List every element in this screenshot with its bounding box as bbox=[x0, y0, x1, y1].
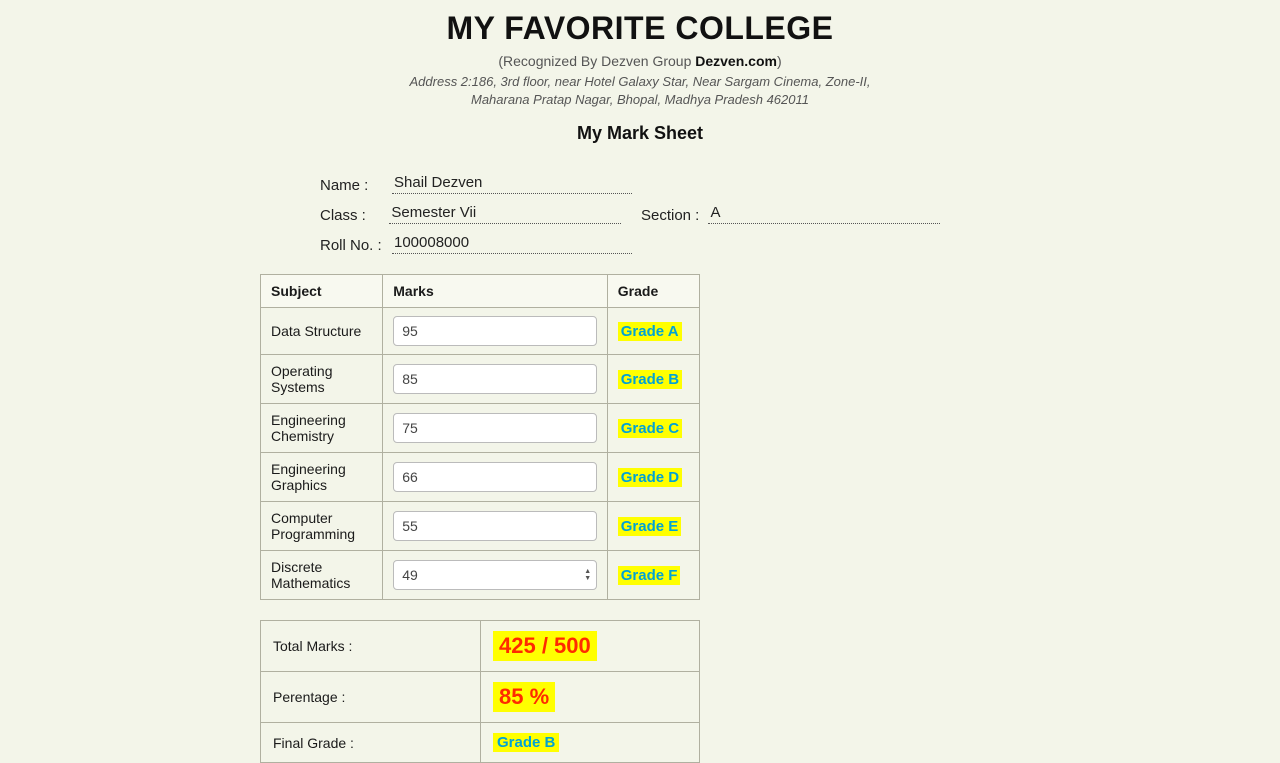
marks-input[interactable] bbox=[393, 364, 597, 394]
grade-cell: Grade A bbox=[607, 308, 699, 355]
subject-cell: Engineering Chemistry bbox=[261, 404, 383, 453]
marks-input[interactable] bbox=[393, 462, 597, 492]
recognized-pre: (Recognized By Dezven Group bbox=[498, 53, 695, 69]
address-line-2: Maharana Pratap Nagar, Bhopal, Madhya Pr… bbox=[190, 91, 1090, 109]
grade-cell: Grade D bbox=[607, 453, 699, 502]
number-stepper[interactable]: ▲▼ bbox=[580, 561, 596, 589]
marks-cell: ▲▼ bbox=[383, 551, 608, 600]
grade-cell: Grade B bbox=[607, 355, 699, 404]
subtitle: My Mark Sheet bbox=[190, 123, 1090, 144]
table-row: Operating Systems Grade B bbox=[261, 355, 700, 404]
total-marks-label: Total Marks : bbox=[261, 621, 481, 672]
page-title: MY FAVORITE COLLEGE bbox=[190, 10, 1090, 47]
table-row: Engineering Chemistry Grade C bbox=[261, 404, 700, 453]
grade-cell: Grade F bbox=[607, 551, 699, 600]
table-row: Data Structure Grade A bbox=[261, 308, 700, 355]
grade-badge: Grade B bbox=[618, 370, 682, 389]
subject-cell: Discrete Mathematics bbox=[261, 551, 383, 600]
name-value: Shail Dezven bbox=[392, 174, 632, 194]
total-marks-value: 425 / 500 bbox=[493, 631, 597, 661]
marks-input[interactable] bbox=[393, 511, 597, 541]
section-label: Section : bbox=[641, 207, 708, 224]
grade-badge: Grade D bbox=[618, 468, 682, 487]
grade-badge: Grade E bbox=[618, 517, 682, 536]
grade-badge: Grade F bbox=[618, 566, 681, 585]
table-row: Engineering Graphics Grade D bbox=[261, 453, 700, 502]
marks-input[interactable] bbox=[393, 413, 597, 443]
marks-cell bbox=[383, 404, 608, 453]
th-marks: Marks bbox=[383, 275, 608, 308]
student-info: Name : Shail Dezven Class : Semester Vii… bbox=[320, 174, 960, 254]
percentage-value: 85 % bbox=[493, 682, 555, 712]
recognized-line: (Recognized By Dezven Group Dezven.com) bbox=[190, 53, 1090, 69]
roll-label: Roll No. : bbox=[320, 237, 392, 254]
marks-cell bbox=[383, 308, 608, 355]
marks-table: Subject Marks Grade Data Structure Grade … bbox=[260, 274, 700, 600]
marks-cell bbox=[383, 453, 608, 502]
marks-cell bbox=[383, 502, 608, 551]
recognized-post: ) bbox=[777, 53, 782, 69]
marks-input[interactable] bbox=[393, 560, 597, 590]
final-grade-value: Grade B bbox=[493, 733, 559, 752]
summary-table: Total Marks : 425 / 500 Perentage : 85 %… bbox=[260, 620, 700, 763]
recognized-bold: Dezven.com bbox=[695, 53, 777, 69]
table-row: Discrete Mathematics ▲▼ Grade F bbox=[261, 551, 700, 600]
subject-cell: Data Structure bbox=[261, 308, 383, 355]
table-row: Computer Programming Grade E bbox=[261, 502, 700, 551]
marks-input[interactable] bbox=[393, 316, 597, 346]
roll-value: 100008000 bbox=[392, 234, 632, 254]
name-label: Name : bbox=[320, 177, 392, 194]
subject-cell: Engineering Graphics bbox=[261, 453, 383, 502]
final-grade-label: Final Grade : bbox=[261, 723, 481, 763]
grade-badge: Grade A bbox=[618, 322, 682, 341]
marks-cell bbox=[383, 355, 608, 404]
th-grade: Grade bbox=[607, 275, 699, 308]
section-value: A bbox=[708, 204, 940, 224]
class-value: Semester Vii bbox=[389, 204, 621, 224]
subject-cell: Computer Programming bbox=[261, 502, 383, 551]
chevron-up-icon[interactable]: ▲ bbox=[580, 568, 596, 575]
th-subject: Subject bbox=[261, 275, 383, 308]
percentage-label: Perentage : bbox=[261, 672, 481, 723]
grade-cell: Grade E bbox=[607, 502, 699, 551]
address-line-1: Address 2:186, 3rd floor, near Hotel Gal… bbox=[190, 73, 1090, 91]
grade-cell: Grade C bbox=[607, 404, 699, 453]
subject-cell: Operating Systems bbox=[261, 355, 383, 404]
grade-badge: Grade C bbox=[618, 419, 682, 438]
chevron-down-icon[interactable]: ▼ bbox=[580, 575, 596, 582]
class-label: Class : bbox=[320, 207, 389, 224]
